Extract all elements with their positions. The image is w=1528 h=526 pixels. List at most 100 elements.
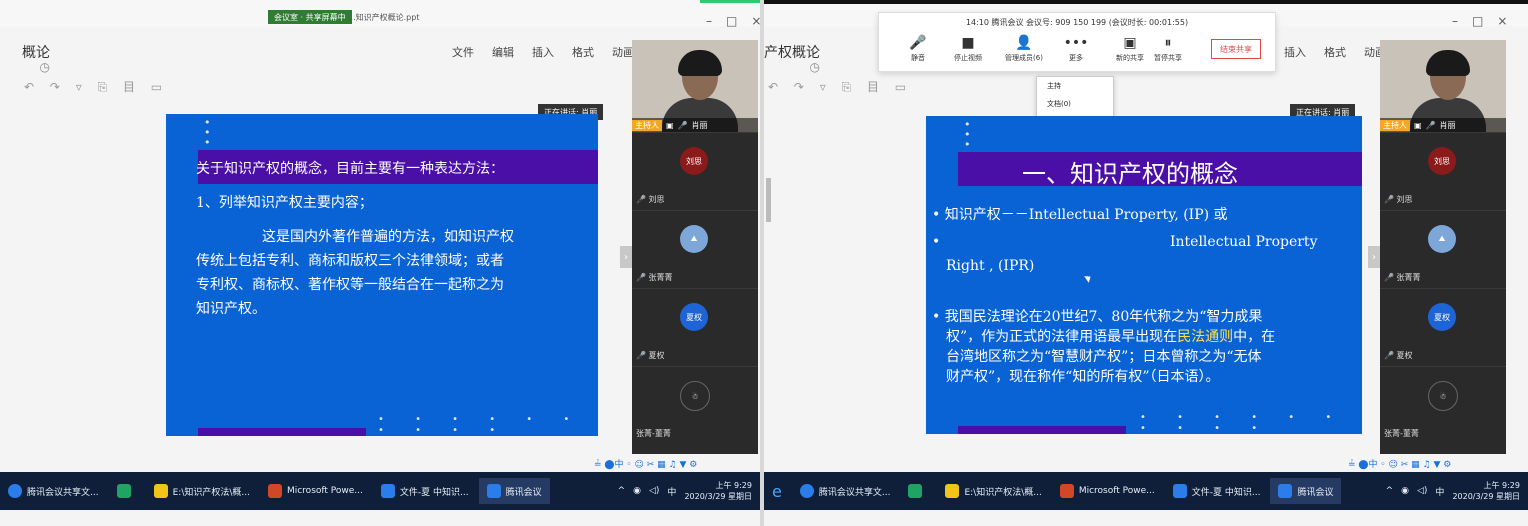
participant-tile[interactable]: 刘思 🎤 刘思 xyxy=(1380,132,1506,209)
stop-video-button[interactable]: ■ 停止视频 xyxy=(943,33,993,63)
end-share-button[interactable]: 结束共享 xyxy=(1211,39,1261,59)
mic-icon: 🎤 xyxy=(1425,120,1436,130)
volume-icon[interactable]: ◁) xyxy=(649,486,659,496)
mute-button[interactable]: 🎤 静音 xyxy=(893,33,943,63)
minimize-button[interactable]: – xyxy=(706,14,712,28)
maximize-button[interactable]: □ xyxy=(1472,14,1483,28)
slide-bottom-bar xyxy=(198,428,366,436)
avatar: ☃ xyxy=(1428,381,1458,411)
slide-line-1: 关于知识产权的概念，目前主要有一种表达方法： xyxy=(196,161,504,177)
ime-indicator[interactable]: 中 xyxy=(1435,485,1444,498)
menu-format[interactable]: 格式 xyxy=(1324,44,1346,60)
menu-animation[interactable]: 动画 xyxy=(612,44,634,60)
scrollbar-thumb[interactable] xyxy=(766,178,771,222)
taskbar-item[interactable]: E:\知识产权法\概... xyxy=(146,478,258,504)
host-name: 肖丽 xyxy=(1439,120,1456,130)
participant-tile[interactable]: 夏权 🎤 夏权 xyxy=(1380,288,1506,365)
taskbar-item[interactable]: 腾讯会议共享文... xyxy=(792,478,899,504)
participant-tile[interactable]: ⛰ 🎤 张菁菁 xyxy=(1380,210,1506,287)
taskbar-item[interactable]: Microsoft Powe... xyxy=(1052,478,1163,504)
network-icon[interactable]: ◉ xyxy=(633,486,641,496)
menu-insert[interactable]: 插入 xyxy=(532,44,554,60)
volume-icon[interactable]: ◁) xyxy=(1417,486,1427,496)
network-icon[interactable]: ◉ xyxy=(1401,486,1409,496)
participant-tile[interactable]: ☃ 张菁-董菁 xyxy=(1380,366,1506,443)
host-tag: 主持人 xyxy=(632,119,662,131)
title-accent xyxy=(764,0,1528,4)
window-controls: – □ × xyxy=(1452,14,1507,28)
app-icon xyxy=(8,484,22,498)
host-name: 肖丽 xyxy=(691,120,708,130)
quick-toolbar[interactable]: ↶ ↷ ▿ ⎘ 目 ▭ xyxy=(768,78,912,95)
chevron-up-icon[interactable]: ^ xyxy=(618,486,626,496)
menu-file[interactable]: 文件 xyxy=(452,44,474,60)
taskbar-item[interactable]: 文件-夏 中知识... xyxy=(373,478,477,504)
participant-name: 🎤 张菁菁 xyxy=(636,273,673,282)
close-button[interactable]: × xyxy=(1497,14,1507,28)
host-video[interactable]: 主持人 ▣ 🎤 肖丽 xyxy=(632,40,758,132)
host-video[interactable]: 主持人 ▣ 🎤 肖丽 xyxy=(1380,40,1506,132)
taskbar-item[interactable]: E:\知识产权法\概... xyxy=(937,478,1049,504)
manage-members-button[interactable]: 👤 管理成员(6) xyxy=(999,33,1049,63)
participant-tile[interactable]: ☃ 张菁-董菁 xyxy=(632,366,758,443)
host-hair xyxy=(678,50,722,76)
ribbon-menu: 文件 编辑 插入 格式 动画 xyxy=(452,44,634,60)
host-tag: 主持人 xyxy=(1380,119,1410,131)
meeting-icon xyxy=(486,484,501,498)
pause-share-button[interactable]: ⏸ 暂停共享 xyxy=(1143,33,1193,63)
slide: • • • 一、知识产权的概念 • 知识产权－－Intellectual Prope… xyxy=(926,116,1362,434)
menu-edit[interactable]: 编辑 xyxy=(492,44,514,60)
avatar: ⛰ xyxy=(680,225,708,253)
menu-insert[interactable]: 插入 xyxy=(1284,44,1306,60)
taskbar-item[interactable]: Microsoft Powe... xyxy=(260,478,371,504)
expand-arrow-icon[interactable]: › xyxy=(620,246,632,268)
taskbar: e 腾讯会议共享文... E:\知识产权法\概... Microsoft Pow… xyxy=(764,472,1528,510)
menu-item-docs[interactable]: 文档(0) xyxy=(1037,95,1113,113)
taskbar-item[interactable] xyxy=(109,478,144,504)
taskbar-item[interactable] xyxy=(900,478,935,504)
minimize-button[interactable]: – xyxy=(1452,14,1458,28)
slide-bullet-3-line1: • 我国民法理论在20世纪7、80年代称之为“智力成果 xyxy=(932,309,1263,325)
taskbar-item[interactable]: 腾讯会议共享文... xyxy=(0,478,107,504)
maximize-button[interactable]: □ xyxy=(726,14,737,28)
avatar: ⛰ xyxy=(1428,225,1456,253)
title-accent xyxy=(700,0,760,3)
camera-icon: ■ xyxy=(961,35,975,51)
expand-arrow-icon[interactable]: › xyxy=(1368,246,1380,268)
system-tray: ^ ◉ ◁) 中 上午 9:29 2020/3/29 星期日 xyxy=(618,480,760,502)
meeting-info: 14:10 腾讯会议 会议号: 909 150 199 (会议时长: 00:01… xyxy=(965,18,1189,27)
chevron-up-icon[interactable]: ^ xyxy=(1386,486,1394,496)
meeting-mini-tray[interactable]: ≟ ⬤中 ◦ ☺ ✂ ▦ ♫ ▼ ⚙ xyxy=(594,456,697,470)
participant-name: 张菁-董菁 xyxy=(636,429,671,438)
more-icon: ••• xyxy=(1063,35,1089,51)
close-button[interactable]: × xyxy=(751,14,760,28)
more-button[interactable]: ••• 更多 xyxy=(1051,33,1101,63)
slide-dots-horizontal: • • • • • • • • • • xyxy=(378,414,584,436)
share-chip[interactable]: 会议室 · 共享屏幕中 xyxy=(268,10,352,24)
ime-indicator[interactable]: 中 xyxy=(667,485,676,498)
powerpoint-icon xyxy=(267,484,282,498)
clock[interactable]: 上午 9:29 2020/3/29 星期日 xyxy=(684,480,752,502)
slide-bullet-2-marker: • xyxy=(932,234,941,250)
edge-icon[interactable]: e xyxy=(764,478,790,504)
meeting-mini-tray[interactable]: ≟ ⬤中 ◦ ☺ ✂ ▦ ♫ ▼ ⚙ xyxy=(1348,456,1451,470)
app-icon xyxy=(380,484,395,498)
clock[interactable]: 上午 9:29 2020/3/29 星期日 xyxy=(1452,480,1520,502)
participant-panel: 主持人 ▣ 🎤 肖丽 刘思 🎤 刘思 ⛰ 🎤 张菁菁 夏权 🎤 夏权 ☃ 张菁-… xyxy=(1380,40,1506,454)
participant-tile[interactable]: 刘思 🎤 刘思 xyxy=(632,132,758,209)
participant-tile[interactable]: 夏权 🎤 夏权 xyxy=(632,288,758,365)
screen-icon: ▣ xyxy=(1414,120,1422,130)
user-icon: 👤 xyxy=(1015,35,1033,51)
slide-dots-vertical: • • • xyxy=(964,118,971,151)
participant-tile[interactable]: ⛰ 🎤 张菁菁 xyxy=(632,210,758,287)
slide-paragraph-2: 传统上包括专利、商标和版权三个法律领域；或者 xyxy=(196,253,504,269)
document-title: 产权概论 ◷ xyxy=(764,45,820,74)
menu-item-host[interactable]: 主持 xyxy=(1037,77,1113,95)
app-icon xyxy=(908,484,923,498)
menu-format[interactable]: 格式 xyxy=(572,44,594,60)
slide-bottom-bar xyxy=(958,426,1126,434)
taskbar-item[interactable]: 腾讯会议 xyxy=(478,478,550,504)
taskbar-item[interactable]: 文件-夏 中知识... xyxy=(1165,478,1269,504)
quick-toolbar[interactable]: ↶ ↷ ▿ ⎘ 目 ▭ xyxy=(24,78,168,95)
taskbar-item[interactable]: 腾讯会议 xyxy=(1270,478,1342,504)
